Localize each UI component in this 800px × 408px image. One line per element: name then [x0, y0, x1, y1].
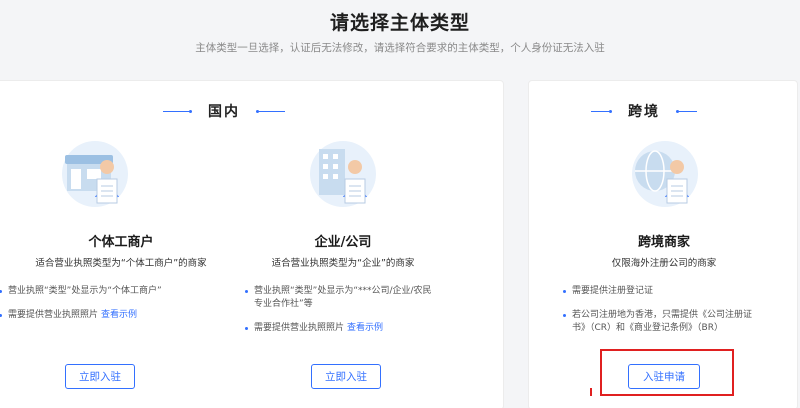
cross-border-section-header: 跨境	[591, 101, 697, 121]
page-title: 请选择主体类型	[329, 12, 470, 34]
domestic-panel: 国内 个体工商户 适合营业执照类型为“个体工商户”的商家 营业执照“类型”处显示…	[0, 80, 504, 408]
domestic-section-title: 国内	[208, 104, 240, 120]
individual-desc: 适合营业执照类型为“个体工商户”的商家	[35, 258, 207, 269]
individual-name: 个体工商户	[88, 235, 154, 250]
list-item: 若公司注册地为香港，只需提供《公司注册证 书》（CR）和《商业登记条例》（BR）	[563, 309, 793, 335]
list-item: 需要提供营业执照照片 查看示例	[0, 309, 235, 322]
list-item: 需要提供营业执照照片 查看示例	[245, 322, 485, 335]
domestic-section-header: 国内	[163, 101, 285, 121]
company-name: 企业/公司	[314, 235, 372, 250]
list-item: 营业执照“类型”处显示为“***公司/企业/农民 专业合作社”等	[245, 285, 485, 311]
globe-illustration	[632, 141, 698, 207]
cross-border-section-title: 跨境	[628, 104, 660, 120]
company-desc: 适合营业执照类型为“企业”的商家	[271, 258, 415, 269]
cross-border-merchant-desc: 仅限海外注册公司的商家	[611, 258, 717, 269]
cross-border-merchant-name: 跨境商家	[637, 235, 690, 250]
list-item: 营业执照“类型”处显示为“个体工商户”	[0, 285, 235, 298]
list-item: 需要提供注册登记证	[563, 285, 793, 298]
individual-requirements: 营业执照“类型”处显示为“个体工商户” 需要提供营业执照照片 查看示例	[0, 285, 235, 333]
highlight-annotation-box	[600, 349, 734, 396]
company-requirements: 营业执照“类型”处显示为“***公司/企业/农民 专业合作社”等 需要提供营业执照…	[245, 285, 485, 346]
view-example-link[interactable]: 查看示例	[101, 310, 137, 320]
office-building-illustration	[310, 141, 376, 207]
page-subtitle: 主体类型一旦选择，认证后无法修改，请选择符合要求的主体类型，个人身份证无法入驻	[195, 42, 605, 54]
cross-border-requirements: 需要提供注册登记证 若公司注册地为香港，只需提供《公司注册证 书》（CR）和《商业…	[563, 285, 793, 346]
view-example-link[interactable]: 查看示例	[347, 323, 383, 333]
company-apply-button[interactable]: 立即入驻	[311, 364, 381, 389]
individual-apply-button[interactable]: 立即入驻	[65, 364, 135, 389]
annotation-mark	[590, 388, 592, 396]
shop-illustration	[62, 141, 128, 207]
